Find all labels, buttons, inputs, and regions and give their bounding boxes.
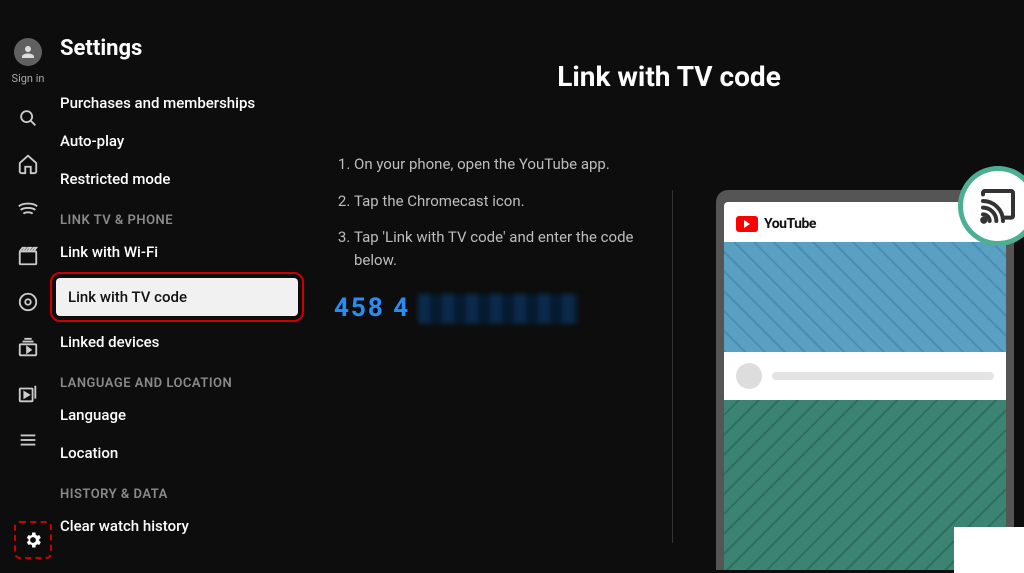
menu-linked-devices[interactable]: Linked devices bbox=[56, 324, 304, 360]
gear-icon[interactable] bbox=[23, 530, 43, 550]
page-title: Settings bbox=[60, 36, 304, 61]
tv-code-row: 458 4 bbox=[334, 289, 634, 328]
tv-code-visible: 458 4 bbox=[334, 289, 410, 328]
tv-code-redacted bbox=[418, 294, 578, 324]
youtube-play-icon bbox=[736, 216, 758, 232]
signin-block[interactable]: Sign in bbox=[12, 38, 45, 85]
left-icon-rail: Sign in bbox=[0, 0, 56, 573]
movies-icon[interactable] bbox=[17, 245, 39, 267]
section-history: HISTORY & DATA bbox=[56, 473, 304, 506]
youtube-brand-label: YouTube bbox=[764, 216, 816, 232]
search-icon[interactable] bbox=[17, 107, 39, 129]
settings-sidebar: Settings Purchases and memberships Auto-… bbox=[56, 0, 304, 573]
section-language: LANGUAGE AND LOCATION bbox=[56, 362, 304, 395]
step-3: Tap 'Link with TV code' and enter the co… bbox=[354, 226, 634, 271]
phone-illustration: YouTube bbox=[716, 190, 1014, 570]
menu-link-tvcode-highlight: Link with TV code bbox=[50, 272, 304, 322]
cast-icon bbox=[978, 186, 1018, 226]
home-icon[interactable] bbox=[17, 153, 39, 175]
illustration-video-row bbox=[724, 352, 1006, 400]
menu-autoplay[interactable]: Auto-play bbox=[56, 123, 304, 159]
instruction-steps: On your phone, open the YouTube app. Tap… bbox=[334, 153, 634, 328]
explore-icon[interactable] bbox=[17, 199, 39, 221]
settings-gear-highlight bbox=[14, 521, 52, 559]
subscriptions-icon[interactable] bbox=[17, 337, 39, 359]
illustration-pattern-top bbox=[724, 242, 1006, 352]
main-content: Link with TV code On your phone, open th… bbox=[304, 0, 1024, 573]
menu-icon[interactable] bbox=[17, 429, 39, 451]
menu-purchases[interactable]: Purchases and memberships bbox=[56, 85, 304, 121]
menu-restricted[interactable]: Restricted mode bbox=[56, 161, 304, 197]
person-icon bbox=[14, 38, 42, 66]
corner-watermark bbox=[954, 527, 1024, 573]
menu-clear-history[interactable]: Clear watch history bbox=[56, 508, 304, 544]
menu-location[interactable]: Location bbox=[56, 435, 304, 471]
menu-link-wifi[interactable]: Link with Wi-Fi bbox=[56, 234, 304, 270]
signin-label: Sign in bbox=[12, 72, 45, 85]
vertical-divider bbox=[672, 190, 673, 543]
content-heading: Link with TV code bbox=[334, 60, 1004, 93]
step-2: Tap the Chromecast icon. bbox=[354, 190, 634, 213]
menu-language[interactable]: Language bbox=[56, 397, 304, 433]
step-1: On your phone, open the YouTube app. bbox=[354, 153, 634, 176]
library-icon[interactable] bbox=[17, 383, 39, 405]
menu-link-tvcode[interactable]: Link with TV code bbox=[56, 278, 298, 316]
target-icon[interactable] bbox=[17, 291, 39, 313]
section-link-tv: LINK TV & PHONE bbox=[56, 199, 304, 232]
